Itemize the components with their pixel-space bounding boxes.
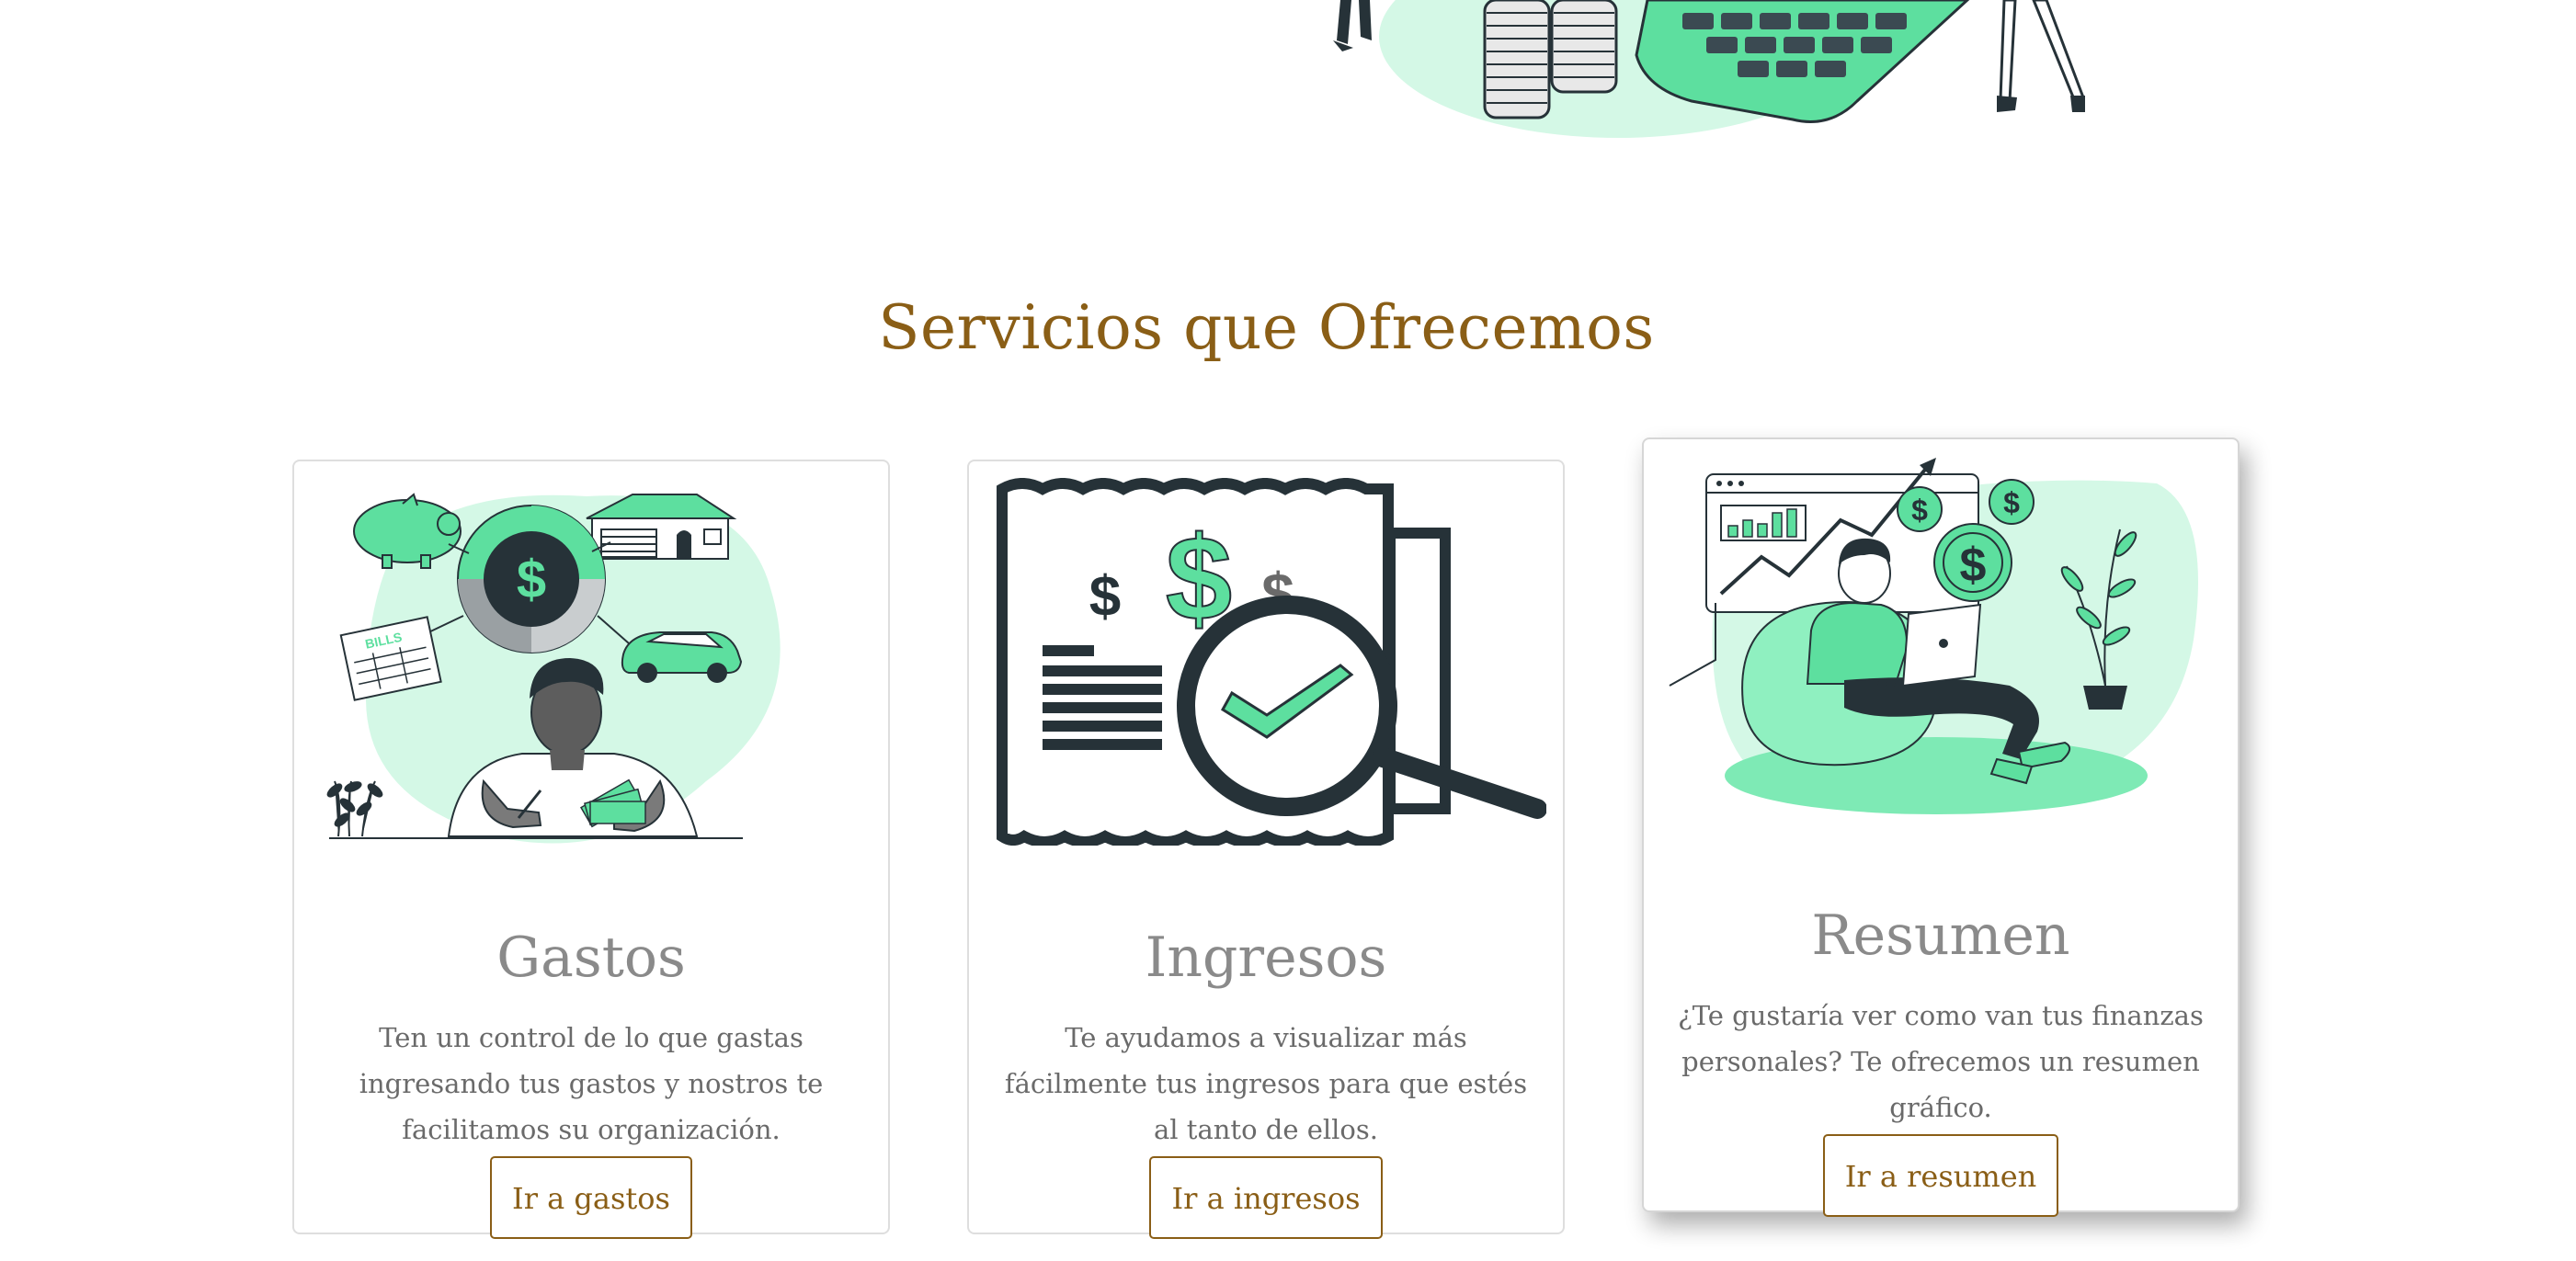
svg-text:$: $ xyxy=(2003,486,2020,519)
card-title: Resumen xyxy=(1811,903,2070,968)
section-title: Servicios que Ofrecemos xyxy=(878,292,1655,363)
card-description: ¿Te gustaría ver como van tus finanzas p… xyxy=(1678,1000,2204,1123)
card-gastos: $ BILLS Gastos Ten un control de lo que … xyxy=(292,460,890,1239)
card-resumen: $ $ $ Resumen ¿Te gustaría ver como van … xyxy=(1642,437,2240,1217)
finance-summary-illustration: $ $ $ xyxy=(1669,458,2198,814)
svg-text:$: $ xyxy=(1960,539,1987,592)
svg-text:$: $ xyxy=(517,550,546,609)
go-to-ingresos-button[interactable]: Ir a ingresos xyxy=(1149,1156,1383,1239)
page: Servicios que Ofrecemos $ BILLS Gastos T… xyxy=(0,0,2576,1261)
go-to-resumen-button[interactable]: Ir a resumen xyxy=(1822,1134,2059,1217)
card-description: Te ayudamos a visualizar más fácilmente … xyxy=(1004,1022,1528,1145)
svg-text:$: $ xyxy=(1089,565,1121,629)
budget-planning-illustration: $ BILLS xyxy=(326,493,781,844)
income-receipt-illustration: $ $ $ xyxy=(997,478,1546,846)
card-title: Gastos xyxy=(496,926,686,990)
card-description: Ten un control de lo que gastas ingresan… xyxy=(359,1022,824,1145)
card-title: Ingresos xyxy=(1145,926,1387,990)
card-ingresos: $ $ $ Ingresos Te ayudamos a visualizar … xyxy=(967,460,1565,1239)
svg-text:$: $ xyxy=(1911,494,1928,527)
go-to-gastos-button[interactable]: Ir a gastos xyxy=(490,1156,692,1239)
hero-calculator-illustration xyxy=(1333,0,2086,138)
